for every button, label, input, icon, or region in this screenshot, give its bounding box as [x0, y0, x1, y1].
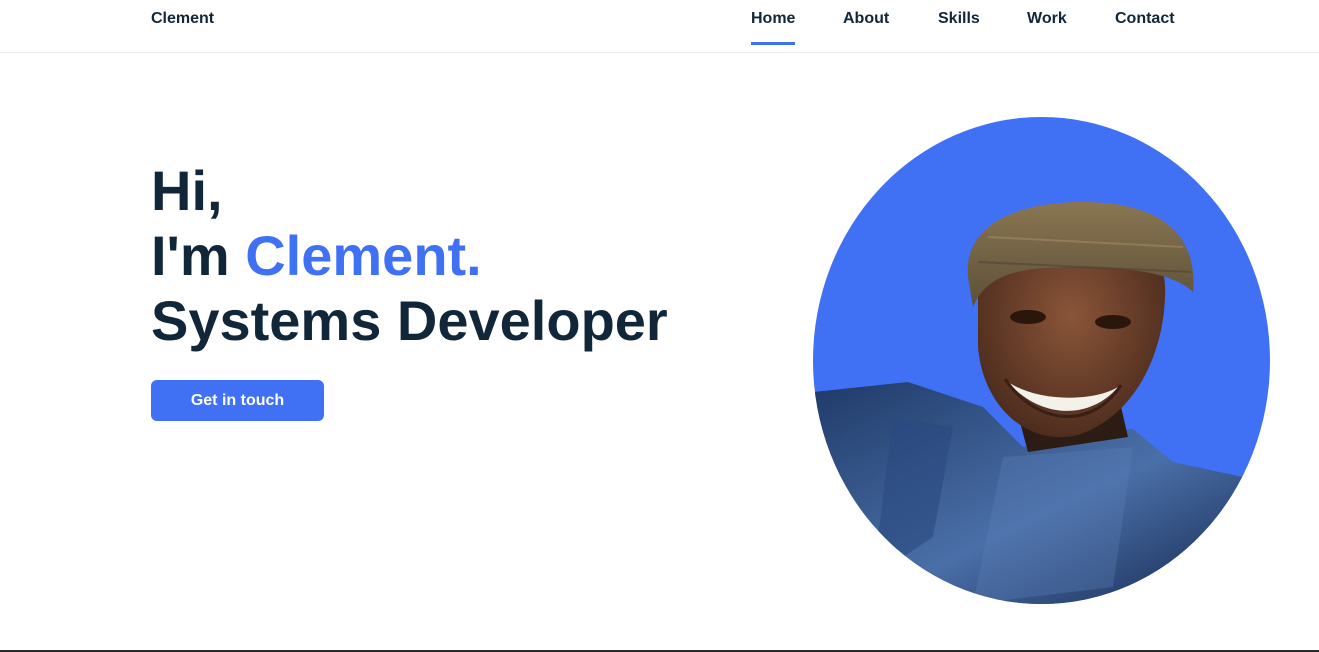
hero-intro-line: I'm Clement. — [151, 223, 668, 288]
hero-name: Clement. — [245, 224, 482, 287]
hero-greeting: Hi, — [151, 159, 223, 222]
nav-about[interactable]: About — [843, 10, 889, 46]
hero-role: Systems Developer — [151, 289, 668, 352]
nav-work[interactable]: Work — [1027, 10, 1067, 46]
nav-skills[interactable]: Skills — [938, 10, 980, 46]
hero-im-prefix: I'm — [151, 224, 246, 287]
profile-photo-icon — [813, 117, 1270, 604]
site-header: Clement Home About Skills Work Contact — [0, 0, 1319, 53]
nav-home[interactable]: Home — [751, 10, 796, 46]
nav-contact[interactable]: Contact — [1115, 10, 1175, 46]
hero-title: Hi, I'm Clement. Systems Developer — [151, 158, 668, 353]
get-in-touch-button[interactable]: Get in touch — [151, 380, 324, 421]
site-logo[interactable]: Clement — [151, 10, 214, 28]
